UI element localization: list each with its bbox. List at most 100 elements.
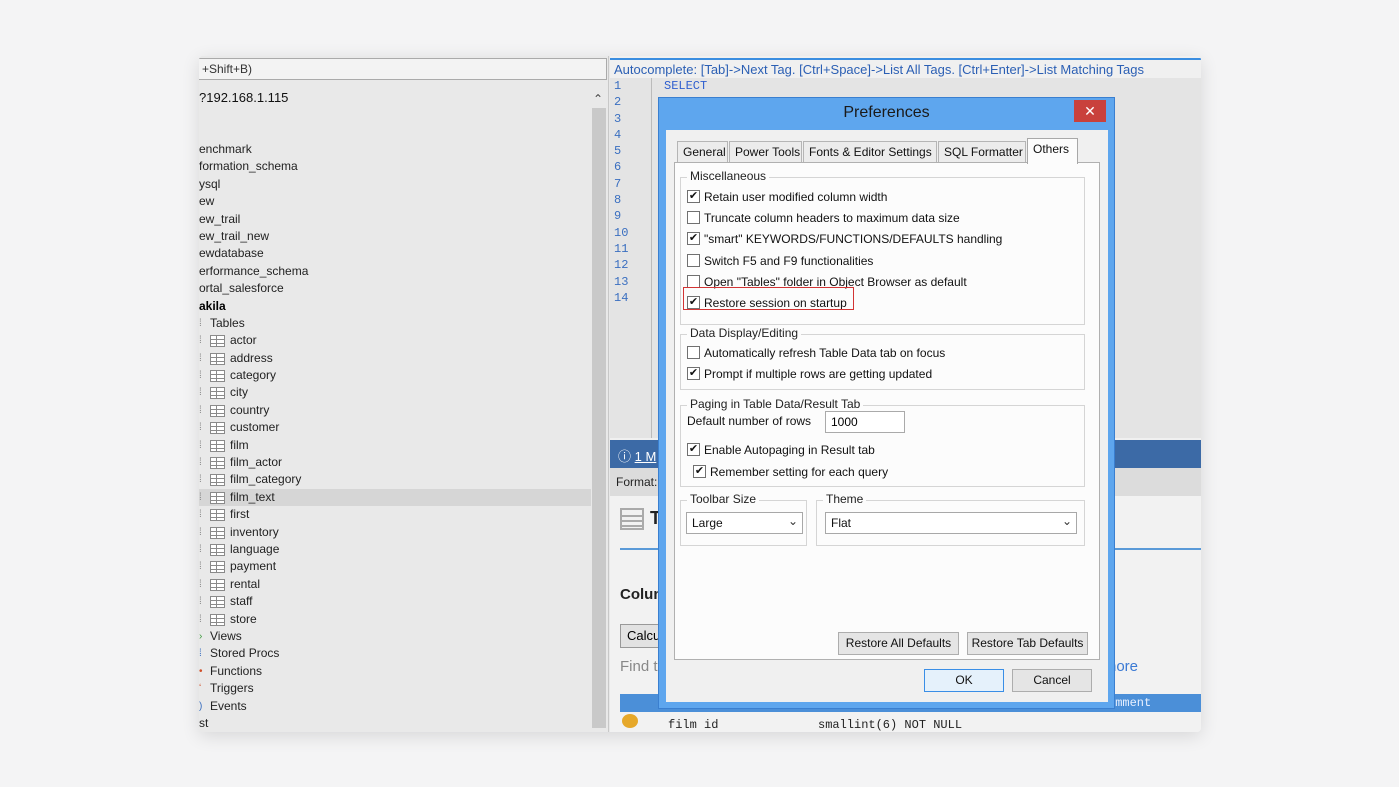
expand-icon[interactable]: ⁞ (199, 491, 209, 504)
tree-item-db[interactable]: ew (199, 193, 591, 210)
theme-select[interactable]: Flat ⌄ (825, 512, 1077, 534)
tree-item-table[interactable]: ⁞ customer (199, 419, 591, 436)
expand-icon[interactable]: ⁞ (199, 352, 209, 365)
expand-icon[interactable]: ⁞ (199, 404, 209, 417)
tree-item-procs[interactable]: ⁞ Stored Procs (199, 645, 591, 662)
expand-icon[interactable]: ⁞ (199, 508, 209, 521)
tree-item-table[interactable]: ⁞ film_actor (199, 454, 591, 471)
default-rows-input[interactable]: 1000 (825, 411, 905, 433)
node-label: Functions (210, 663, 263, 678)
line-number: 8 (614, 193, 622, 208)
database-tree: enchmark formation_schema ysql ew ew_tra… (199, 141, 591, 732)
cancel-button[interactable]: Cancel (1012, 669, 1092, 692)
tree-item-db[interactable]: formation_schema (199, 158, 591, 175)
tree-item-table[interactable]: ⁞ language (199, 541, 591, 558)
expand-icon[interactable]: ⁞ (199, 456, 209, 469)
tree-item-tables-folder[interactable]: ⁞ Tables (199, 315, 591, 332)
tree-item-table[interactable]: ⁞ actor (199, 332, 591, 349)
table-label: film_text (230, 489, 275, 504)
tree-item-active-db[interactable]: akila (199, 298, 591, 315)
tree-item-table[interactable]: ⁞ store (199, 611, 591, 628)
highlight-box (683, 287, 854, 310)
toolbar-size-select[interactable]: Large ⌄ (686, 512, 803, 534)
tree-item-db[interactable]: erformance_schema (199, 263, 591, 280)
tree-item-last[interactable]: st (199, 715, 591, 732)
checkbox-box[interactable] (687, 253, 700, 267)
table-icon (210, 404, 225, 417)
restore-all-defaults-button[interactable]: Restore All Defaults (838, 632, 959, 655)
tab-others[interactable]: Others (1027, 138, 1078, 164)
checkbox-box[interactable] (687, 211, 700, 225)
tree-item-table[interactable]: ⁞ city (199, 384, 591, 401)
table-icon (210, 335, 225, 348)
tree-item-functions[interactable]: • Functions (199, 663, 591, 680)
tree-item-db[interactable]: ew_trail_new (199, 228, 591, 245)
checkmark-icon[interactable]: ✔ (687, 367, 700, 380)
expand-icon[interactable]: ⁞ (199, 334, 209, 347)
tree-item-table[interactable]: ⁞ film_category (199, 471, 591, 488)
checkmark-icon[interactable]: ✔ (687, 443, 700, 456)
node-label: Stored Procs (210, 646, 280, 661)
find-text: Find t (620, 658, 658, 675)
table-label: actor (230, 333, 257, 348)
tab-power-tools[interactable]: Power Tools (729, 141, 802, 163)
expand-icon[interactable]: ⁞ (199, 473, 209, 486)
expand-icon[interactable]: ⁞ (199, 386, 209, 399)
expand-icon[interactable]: ⁞ (199, 421, 209, 434)
tree-item-db[interactable]: ew_trail (199, 211, 591, 228)
tree-item-table[interactable]: ⁞ rental (199, 576, 591, 593)
tree-item-table[interactable]: ⁞ category (199, 367, 591, 384)
checkbox-box[interactable] (687, 346, 700, 359)
tree-item-db[interactable]: ewdatabase (199, 245, 591, 262)
restore-tab-defaults-button[interactable]: Restore Tab Defaults (967, 632, 1088, 655)
tab-sql-formatter[interactable]: SQL Formatter (938, 141, 1026, 163)
tree-item-table[interactable]: ⁞ staff (199, 593, 591, 610)
line-number: 11 (614, 241, 629, 256)
code-line[interactable]: SELECT (664, 78, 707, 94)
checkmark-icon[interactable]: ✔ (693, 465, 706, 478)
table-icon (210, 491, 225, 504)
scroll-up-icon[interactable]: ⌃ (591, 92, 605, 106)
tab-general[interactable]: General (677, 141, 728, 163)
connection-label[interactable]: ?192.168.1.115 (199, 90, 288, 105)
tab-fonts-editor[interactable]: Fonts & Editor Settings (803, 141, 937, 163)
expand-icon[interactable]: ⁞ (199, 578, 209, 591)
tree-item-table[interactable]: ⁞ film (199, 437, 591, 454)
line-number: 7 (614, 176, 622, 191)
filter-input[interactable]: +Shift+B) (199, 58, 607, 80)
close-button[interactable]: ✕ (1074, 100, 1106, 122)
line-number: 5 (614, 144, 622, 159)
table-icon (210, 509, 225, 522)
table-label: store (230, 611, 257, 626)
display-group-title: Data Display/Editing (687, 326, 802, 340)
expand-icon[interactable]: ⁞ (199, 613, 209, 626)
tree-item-table[interactable]: ⁞ address (199, 350, 591, 367)
messages-tab[interactable]: 1 M (635, 449, 657, 464)
expand-icon[interactable]: ⁞ (199, 526, 209, 539)
line-number: 13 (614, 274, 629, 289)
tree-item-views[interactable]: › Views (199, 628, 591, 645)
ok-button[interactable]: OK (924, 669, 1004, 692)
tree-item-table[interactable]: ⁞ payment (199, 558, 591, 575)
tree-item-db[interactable]: ysql (199, 176, 591, 193)
tree-item-db[interactable]: enchmark (199, 141, 591, 158)
expand-icon[interactable]: ⁞ (199, 543, 209, 556)
tree-item-table[interactable]: ⁞ film_text (199, 488, 591, 507)
expand-icon[interactable]: ⁞ (199, 369, 209, 382)
expand-icon[interactable]: ⁞ (199, 595, 209, 608)
tree-item-events[interactable]: ) Events (199, 698, 591, 715)
checkbox-box[interactable] (687, 274, 700, 288)
tree-item-table[interactable]: ⁞ inventory (199, 524, 591, 541)
tree-item-triggers[interactable]: ʻ Triggers (199, 680, 591, 697)
expand-icon[interactable]: ⁞ (199, 439, 209, 452)
tree-item-table[interactable]: ⁞ first (199, 506, 591, 523)
vertical-scrollbar[interactable] (592, 108, 606, 728)
tree-item-db[interactable]: ortal_salesforce (199, 280, 591, 297)
chevron-down-icon: ⌄ (787, 514, 798, 528)
node-label: Events (210, 698, 247, 713)
tree-item-table[interactable]: ⁞ country (199, 402, 591, 419)
checkmark-icon[interactable]: ✔ (687, 232, 700, 246)
checkmark-icon[interactable]: ✔ (687, 190, 700, 203)
expand-icon[interactable]: ⁞ (199, 560, 209, 573)
table-row[interactable]: film id smallint(6) NOT NULL (620, 714, 1201, 732)
